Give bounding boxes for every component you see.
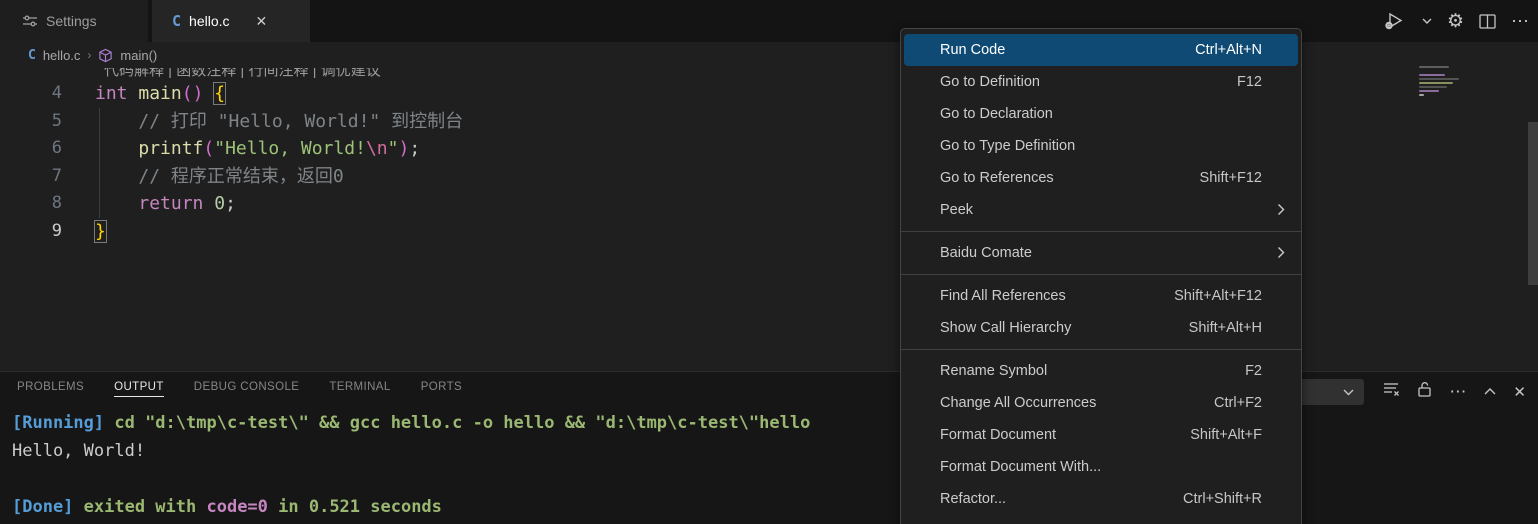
comate-codelens[interactable]: 代码解释 | 函数注释 | 行间注释 | 调优建议 (104, 68, 381, 80)
code-line-5[interactable]: 5 // 打印 "Hello, World!" 到控制台 (0, 108, 1538, 136)
breadcrumb-separator: › (87, 48, 91, 62)
menu-item-label: Rename Symbol (940, 363, 1245, 379)
menu-item-go-to-definition[interactable]: Go to DefinitionF12 (904, 66, 1298, 98)
menu-item-run-code[interactable]: Run CodeCtrl+Alt+N (904, 34, 1298, 66)
menu-separator (901, 231, 1301, 232)
panel-tab-output[interactable]: OUTPUT (114, 381, 164, 397)
menu-item-shortcut: F2 (1245, 363, 1262, 379)
c-language-icon: C (172, 12, 181, 30)
menu-item-label: Go to Declaration (940, 106, 1262, 122)
run-dropdown-chevron-icon[interactable] (1422, 17, 1432, 25)
clear-output-icon[interactable] (1383, 382, 1400, 402)
panel-more-actions-icon[interactable]: ⋯ (1449, 382, 1467, 402)
menu-item-shortcut: Shift+Alt+F (1190, 427, 1262, 443)
breadcrumb-symbol[interactable]: main() (120, 48, 157, 63)
breadcrumb-file[interactable]: hello.c (43, 48, 81, 63)
code-editor[interactable]: 代码解释 | 函数注释 | 行间注释 | 调优建议 4int main() {5… (0, 68, 1538, 371)
menu-item-label: Go to Definition (940, 74, 1237, 90)
editor-actions: ⚙ ⋯ (1383, 0, 1530, 42)
menu-item-label: Find All References (940, 288, 1174, 304)
editor-scrollbar[interactable] (1528, 122, 1538, 285)
menu-item-shortcut: Ctrl+F2 (1214, 395, 1262, 411)
output-line: [Done] exited with code=0 in 0.521 secon… (12, 493, 810, 521)
menu-item-rename-symbol[interactable]: Rename SymbolF2 (904, 355, 1298, 387)
menu-item-go-to-type-definition[interactable]: Go to Type Definition (904, 130, 1298, 162)
output-line (12, 465, 810, 493)
menu-item-label: Baidu Comate (940, 245, 1262, 261)
menu-item-format-document-with[interactable]: Format Document With... (904, 451, 1298, 483)
symbol-cube-icon (98, 48, 113, 63)
panel-tab-debug-console[interactable]: DEBUG CONSOLE (194, 381, 300, 397)
line-number: 6 (0, 135, 62, 163)
menu-item-go-to-references[interactable]: Go to ReferencesShift+F12 (904, 162, 1298, 194)
menu-item-label: Run Code (940, 42, 1195, 58)
menu-separator (901, 274, 1301, 275)
breadcrumb: C hello.c › main() (0, 42, 1538, 68)
settings-sliders-icon (22, 13, 38, 29)
line-number: 8 (0, 190, 62, 218)
close-panel-icon[interactable]: ✕ (1513, 383, 1526, 401)
tab-settings[interactable]: Settings (0, 0, 148, 42)
menu-item-go-to-declaration[interactable]: Go to Declaration (904, 98, 1298, 130)
menu-item-label: Peek (940, 202, 1262, 218)
menu-separator (901, 349, 1301, 350)
minimap[interactable] (1419, 66, 1465, 106)
c-language-icon: C (28, 48, 36, 63)
output-console: [Running] cd "d:\tmp\c-test\" && gcc hel… (12, 409, 810, 521)
panel-tab-problems[interactable]: PROBLEMS (17, 381, 84, 397)
menu-item-label: Go to Type Definition (940, 138, 1262, 154)
line-number: 7 (0, 163, 62, 191)
output-line: [Running] cd "d:\tmp\c-test\" && gcc hel… (12, 409, 810, 437)
run-code-button[interactable] (1383, 10, 1407, 32)
code-line-4[interactable]: 4int main() { (0, 80, 1538, 108)
line-number: 9 (0, 218, 62, 246)
menu-item-shortcut: Ctrl+Alt+N (1195, 42, 1262, 58)
line-number: 4 (0, 80, 62, 108)
menu-item-label: Change All Occurrences (940, 395, 1214, 411)
menu-item-baidu-comate[interactable]: Baidu Comate (904, 237, 1298, 269)
menu-item-shortcut: F12 (1237, 74, 1262, 90)
code-lines: 4int main() {5 // 打印 "Hello, World!" 到控制… (0, 80, 1538, 245)
menu-item-label: Go to References (940, 170, 1200, 186)
menu-item-label: Format Document With... (940, 459, 1262, 475)
submenu-chevron-icon (1277, 203, 1285, 220)
submenu-chevron-icon (1277, 246, 1285, 263)
tab-hello-c[interactable]: C hello.c ✕ (152, 0, 310, 42)
editor-tab-bar: Settings C hello.c ✕ ⚙ (0, 0, 1538, 42)
menu-item-shortcut: Ctrl+Shift+R (1183, 491, 1262, 507)
code-line-9[interactable]: 9} (0, 218, 1538, 246)
menu-item-show-call-hierarchy[interactable]: Show Call HierarchyShift+Alt+H (904, 312, 1298, 344)
tab-close-icon[interactable]: ✕ (256, 13, 268, 30)
editor-context-menu: Run CodeCtrl+Alt+NGo to DefinitionF12Go … (900, 28, 1302, 524)
panel-tab-terminal[interactable]: TERMINAL (329, 381, 390, 397)
bottom-panel: PROBLEMS OUTPUT DEBUG CONSOLE TERMINAL PORTS (0, 371, 1538, 524)
menu-item-label: Show Call Hierarchy (940, 320, 1189, 336)
panel-tab-ports[interactable]: PORTS (421, 381, 462, 397)
menu-item-change-all-occurrences[interactable]: Change All OccurrencesCtrl+F2 (904, 387, 1298, 419)
maximize-panel-icon[interactable] (1484, 383, 1496, 401)
unlock-icon[interactable] (1417, 381, 1432, 403)
output-line: Hello, World! (12, 437, 810, 465)
menu-item-peek[interactable]: Peek (904, 194, 1298, 226)
menu-item-shortcut: Shift+F12 (1200, 170, 1262, 186)
menu-item-refactor[interactable]: Refactor...Ctrl+Shift+R (904, 483, 1298, 515)
settings-gear-icon[interactable]: ⚙ (1447, 10, 1464, 33)
more-actions-icon[interactable]: ⋯ (1511, 11, 1530, 32)
code-line-6[interactable]: 6 printf("Hello, World!\n"); (0, 135, 1538, 163)
menu-item-label: Format Document (940, 427, 1190, 443)
menu-item-shortcut: Shift+Alt+H (1189, 320, 1262, 336)
line-number: 5 (0, 108, 62, 136)
vscode-window: Settings C hello.c ✕ ⚙ (0, 0, 1538, 524)
menu-item-find-all-references[interactable]: Find All ReferencesShift+Alt+F12 (904, 280, 1298, 312)
menu-item-label: Refactor... (940, 491, 1183, 507)
menu-item-shortcut: Shift+Alt+F12 (1174, 288, 1262, 304)
code-line-7[interactable]: 7 // 程序正常结束，返回0 (0, 163, 1538, 191)
tab-hello-c-label: hello.c (189, 13, 229, 29)
split-editor-icon[interactable] (1479, 14, 1496, 29)
menu-item-format-document[interactable]: Format DocumentShift+Alt+F (904, 419, 1298, 451)
code-line-8[interactable]: 8 return 0; (0, 190, 1538, 218)
tab-settings-label: Settings (46, 13, 97, 29)
